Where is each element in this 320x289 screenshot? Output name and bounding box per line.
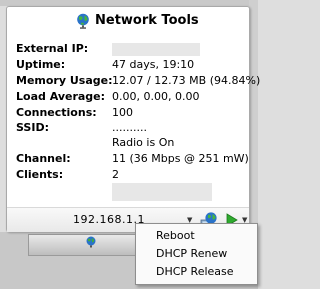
menu-item-dhcp-release[interactable]: DHCP Release [156,264,234,280]
stat-row-uptime: Uptime: 47 days, 19:10 [16,57,242,73]
channel-label: Channel: [16,152,71,165]
network-tools-gadget: Network Tools External IP: Uptime: 47 da… [6,6,260,232]
connections-value: 100 [112,106,133,119]
globe-icon [86,236,96,248]
external-ip-value [112,43,200,56]
gadget-title: Network Tools [95,13,199,28]
connections-label: Connections: [16,106,97,119]
ssid-label: SSID: [16,121,49,134]
uptime-value: 47 days, 19:10 [112,58,195,71]
redacted-value [112,183,212,201]
stat-row-external-ip: External IP: [16,41,242,57]
globe-icon [77,13,89,29]
stat-row-channel: Channel: 11 (36 Mbps @ 251 mW) [16,151,249,167]
menu-item-dhcp-renew[interactable]: DHCP Renew [156,246,227,262]
actions-dropdown-menu: Reboot DHCP Renew DHCP Release [135,223,258,285]
menu-item-reboot[interactable]: Reboot [156,228,195,244]
memory-usage-value: 12.07 / 12.73 MB (94.84%) [112,74,261,87]
ssid-value: .......... [112,121,147,134]
stat-row-memory-usage: Memory Usage: 12.07 / 12.73 MB (94.84%) [16,73,260,89]
radio-status-value: Radio is On [112,136,175,149]
stat-row-redacted [16,183,242,201]
load-average-label: Load Average: [16,90,106,103]
memory-usage-label: Memory Usage: [16,74,113,87]
stat-row-connections: Connections: 100 [16,105,242,121]
clients-label: Clients: [16,168,64,181]
channel-value: 11 (36 Mbps @ 251 mW) [112,152,249,165]
clients-value: 2 [112,168,119,181]
external-ip-label: External IP: [16,42,89,55]
stat-row-load-average: Load Average: 0.00, 0.00, 0.00 [16,89,242,105]
desktop-background-right [249,0,258,232]
uptime-label: Uptime: [16,58,66,71]
load-average-value: 0.00, 0.00, 0.00 [112,90,200,103]
stat-row-radio-status: Radio is On [16,135,242,151]
stats-grid: External IP: Uptime: 47 days, 19:10 Memo… [16,41,260,201]
stat-row-clients: Clients: 2 [16,167,242,183]
gadget-header: Network Tools [7,11,249,31]
stat-row-ssid: SSID: .......... [16,121,242,135]
